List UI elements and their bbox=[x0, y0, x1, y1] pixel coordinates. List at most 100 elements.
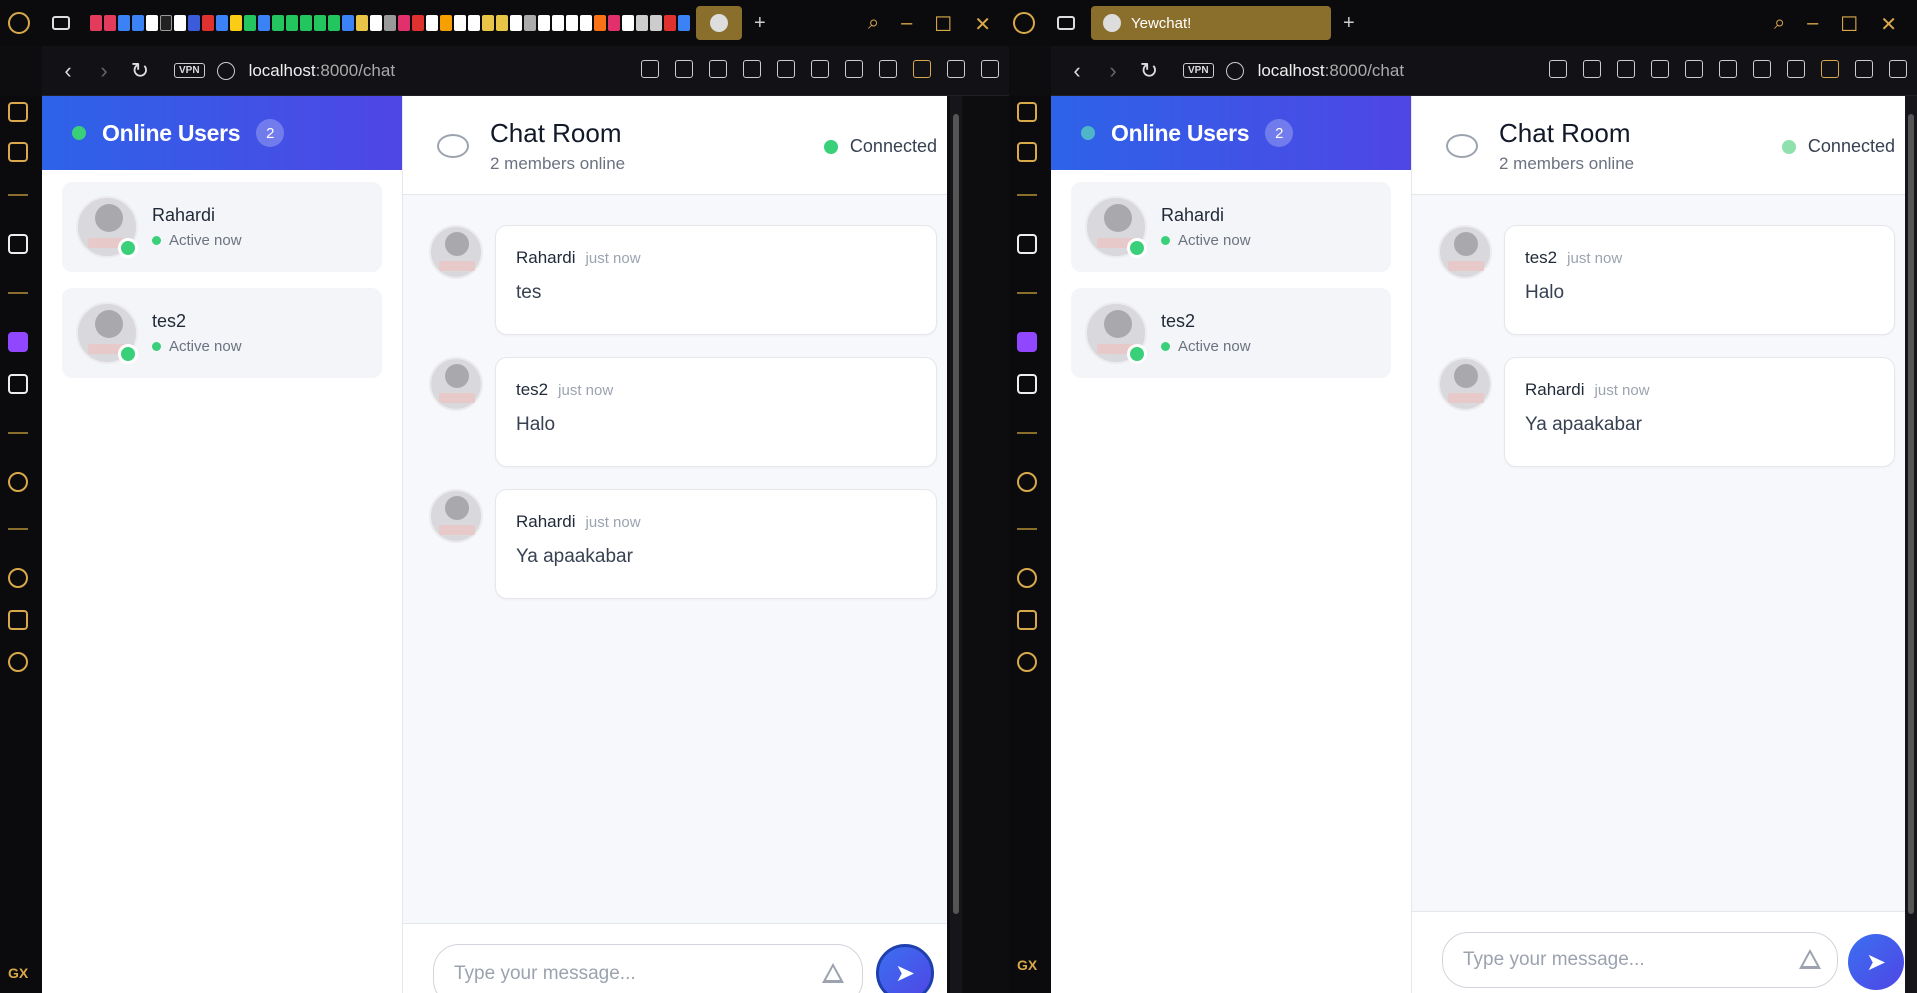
tab-favicon[interactable] bbox=[160, 15, 172, 31]
user-item[interactable]: tes2 Active now bbox=[62, 288, 382, 378]
player-icon[interactable] bbox=[8, 472, 28, 492]
tab-favicon[interactable] bbox=[132, 15, 144, 31]
tab-favicon[interactable] bbox=[664, 15, 676, 31]
tab-favicon[interactable] bbox=[342, 15, 354, 31]
menu-icon[interactable] bbox=[981, 60, 999, 78]
tab-favicon[interactable] bbox=[440, 15, 452, 31]
tab-favicon[interactable] bbox=[482, 15, 494, 31]
tab-favicon[interactable] bbox=[524, 15, 536, 31]
forward-button[interactable]: › bbox=[94, 58, 114, 84]
extensions-icon[interactable] bbox=[879, 60, 897, 78]
gx-corner-icon[interactable] bbox=[1017, 142, 1037, 162]
tab-favicon[interactable] bbox=[608, 15, 620, 31]
back-button[interactable]: ‹ bbox=[1067, 58, 1087, 84]
minimize-icon[interactable]: – bbox=[901, 12, 912, 37]
tab-favicon[interactable] bbox=[650, 15, 662, 31]
heart-icon[interactable] bbox=[1685, 60, 1703, 78]
maximize-icon[interactable]: ☐ bbox=[1840, 12, 1858, 37]
tab-favicon[interactable] bbox=[356, 15, 368, 31]
tab-favicon[interactable] bbox=[90, 15, 102, 31]
address-bar[interactable]: localhost:8000/chat bbox=[1258, 61, 1405, 81]
tab-favicon[interactable] bbox=[272, 15, 284, 31]
opera-logo-icon[interactable] bbox=[1013, 12, 1035, 34]
scrollbar[interactable] bbox=[1905, 96, 1917, 993]
minimize-icon[interactable]: – bbox=[1807, 12, 1818, 37]
tab-favicon[interactable] bbox=[118, 15, 130, 31]
extensions-icon[interactable] bbox=[1017, 610, 1037, 630]
reader-icon[interactable] bbox=[845, 60, 863, 78]
snapshot-icon[interactable] bbox=[675, 60, 693, 78]
tab-favicon[interactable] bbox=[216, 15, 228, 31]
close-icon[interactable]: ✕ bbox=[1880, 12, 1897, 37]
vpn-badge[interactable]: VPN bbox=[1183, 63, 1214, 78]
tab-favicon[interactable] bbox=[104, 15, 116, 31]
send-button[interactable]: ➤ bbox=[1848, 934, 1904, 990]
tab-favicon[interactable] bbox=[384, 15, 396, 31]
download-icon[interactable] bbox=[947, 60, 965, 78]
back-button[interactable]: ‹ bbox=[58, 58, 78, 84]
profile-icon[interactable] bbox=[913, 60, 931, 78]
adblock-icon[interactable] bbox=[1617, 60, 1635, 78]
vpn-badge[interactable]: VPN bbox=[174, 63, 205, 78]
snapshot-icon[interactable] bbox=[1583, 60, 1601, 78]
twitch-icon[interactable] bbox=[8, 332, 28, 352]
scrollbar[interactable] bbox=[950, 96, 962, 993]
forward-button[interactable]: › bbox=[1103, 58, 1123, 84]
active-tab[interactable] bbox=[696, 6, 742, 40]
search-icon[interactable]: ⌕ bbox=[1774, 12, 1785, 37]
tab-favicon[interactable] bbox=[188, 15, 200, 31]
pin-icon[interactable] bbox=[1549, 60, 1567, 78]
player-icon[interactable] bbox=[743, 60, 761, 78]
speed-dial-icon[interactable] bbox=[8, 102, 28, 122]
site-info-icon[interactable] bbox=[1225, 61, 1244, 80]
user-item[interactable]: Rahardi Active now bbox=[62, 182, 382, 272]
adblock-icon[interactable] bbox=[709, 60, 727, 78]
tab-favicon[interactable] bbox=[300, 15, 312, 31]
settings-icon[interactable] bbox=[1017, 652, 1037, 672]
tab-favicon[interactable] bbox=[580, 15, 592, 31]
maximize-icon[interactable]: ☐ bbox=[934, 12, 952, 37]
history-icon[interactable] bbox=[1017, 568, 1037, 588]
tab-favicon[interactable] bbox=[398, 15, 410, 31]
user-item[interactable]: tes2 Active now bbox=[1071, 288, 1391, 378]
download-icon[interactable] bbox=[1855, 60, 1873, 78]
x-icon[interactable] bbox=[8, 374, 28, 394]
pin-icon[interactable] bbox=[641, 60, 659, 78]
reader-icon[interactable] bbox=[1753, 60, 1771, 78]
message-input-box[interactable] bbox=[1442, 932, 1838, 988]
new-tab-button[interactable]: + bbox=[1343, 12, 1355, 35]
message-input[interactable] bbox=[454, 963, 754, 985]
new-tab-button[interactable]: + bbox=[754, 12, 766, 35]
x-icon[interactable] bbox=[1017, 374, 1037, 394]
tab-favicon[interactable] bbox=[496, 15, 508, 31]
tab-favicon[interactable] bbox=[370, 15, 382, 31]
tab-favicon[interactable] bbox=[678, 15, 690, 31]
active-tab[interactable]: Yewchat! bbox=[1091, 6, 1331, 40]
tab-favicon[interactable] bbox=[594, 15, 606, 31]
json-icon[interactable] bbox=[1719, 60, 1737, 78]
profile-icon[interactable] bbox=[1821, 60, 1839, 78]
player-icon[interactable] bbox=[1651, 60, 1669, 78]
tab-favicon[interactable] bbox=[202, 15, 214, 31]
address-bar[interactable]: localhost:8000/chat bbox=[249, 61, 396, 81]
tab-favicon[interactable] bbox=[328, 15, 340, 31]
tab-favicon[interactable] bbox=[454, 15, 466, 31]
tab-favicon[interactable] bbox=[510, 15, 522, 31]
tab-favicon[interactable] bbox=[538, 15, 550, 31]
menu-icon[interactable] bbox=[1889, 60, 1907, 78]
gamepad-icon[interactable] bbox=[52, 16, 70, 30]
tab-favicon[interactable] bbox=[258, 15, 270, 31]
tab-favicon[interactable] bbox=[566, 15, 578, 31]
json-icon[interactable] bbox=[811, 60, 829, 78]
gamepad-icon[interactable] bbox=[1057, 16, 1075, 30]
reload-button[interactable]: ↻ bbox=[130, 58, 150, 84]
tab-favicon[interactable] bbox=[314, 15, 326, 31]
tab-favicon[interactable] bbox=[230, 15, 242, 31]
reload-button[interactable]: ↻ bbox=[1139, 58, 1159, 84]
message-input-box[interactable] bbox=[433, 944, 863, 993]
tab-favicon[interactable] bbox=[174, 15, 186, 31]
heart-icon[interactable] bbox=[777, 60, 795, 78]
opera-logo-icon[interactable] bbox=[8, 12, 30, 34]
history-icon[interactable] bbox=[8, 568, 28, 588]
message-input[interactable] bbox=[1463, 949, 1763, 971]
